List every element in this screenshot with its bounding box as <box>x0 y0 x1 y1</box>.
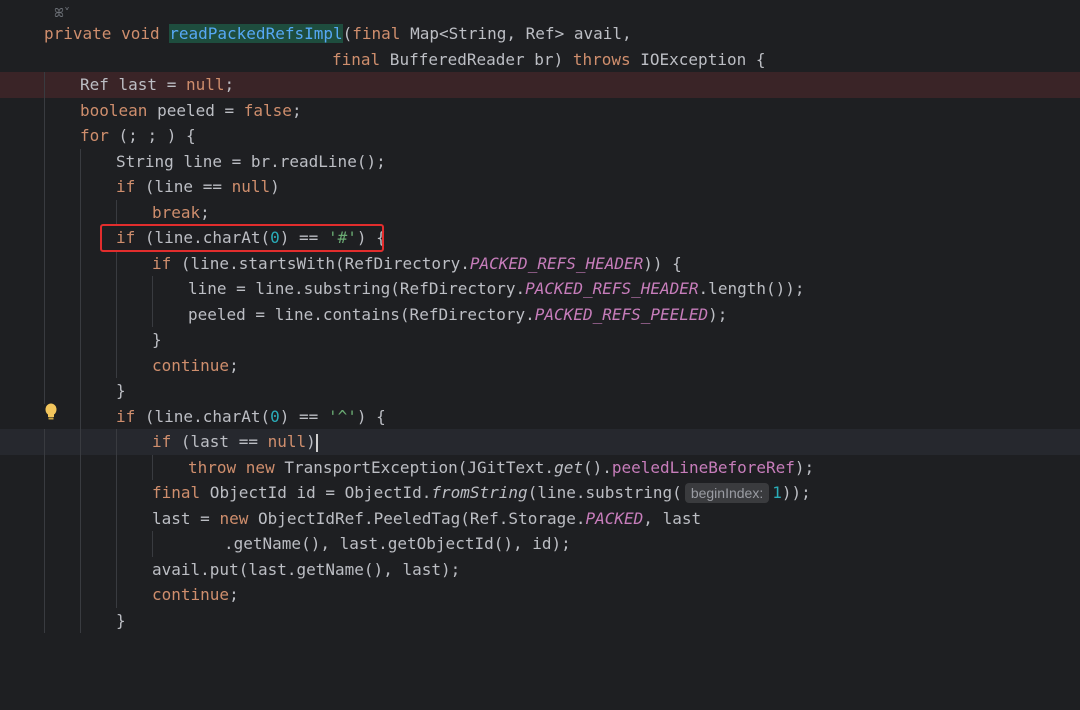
text-caret <box>315 433 318 452</box>
code-line[interactable]: boolean peeled = false; <box>0 97 1080 123</box>
code-line[interactable]: } <box>0 378 1080 404</box>
code-line-current[interactable]: if (last == null) <box>0 429 1080 455</box>
parameter-hint: beginIndex: <box>684 483 770 503</box>
code-line[interactable]: throw new TransportException(JGitText.ge… <box>0 454 1080 480</box>
code-line[interactable]: line = line.substring(RefDirectory.PACKE… <box>0 276 1080 302</box>
structure-icon[interactable]: ꕤ˅ <box>54 6 70 21</box>
code-editor[interactable]: ꕤ˅ private void readPackedRefsImpl(final… <box>0 0 1080 651</box>
code-line-breakpoint[interactable]: Ref last = null; <box>0 72 1080 98</box>
code-line[interactable]: avail.put(last.getName(), last); <box>0 556 1080 582</box>
code-line[interactable]: } <box>0 607 1080 633</box>
code-line[interactable]: if (line.charAt(0) == '^') { <box>0 403 1080 429</box>
code-line[interactable]: .getName(), last.getObjectId(), id); <box>0 531 1080 557</box>
lightbulb-icon[interactable] <box>44 403 58 421</box>
code-line[interactable]: private void readPackedRefsImpl(final Ma… <box>0 21 1080 47</box>
code-line[interactable]: final BufferedReader br) throws IOExcept… <box>0 47 1080 73</box>
code-line[interactable]: } <box>0 327 1080 353</box>
code-line[interactable]: continue; <box>0 582 1080 608</box>
code-line[interactable]: break; <box>0 199 1080 225</box>
highlight-annotation-box <box>100 224 384 252</box>
code-line[interactable]: for (; ; ) { <box>0 123 1080 149</box>
code-line[interactable]: if (line == null) <box>0 174 1080 200</box>
code-line[interactable]: String line = br.readLine(); <box>0 148 1080 174</box>
code-line[interactable]: last = new ObjectIdRef.PeeledTag(Ref.Sto… <box>0 505 1080 531</box>
code-line[interactable]: continue; <box>0 352 1080 378</box>
code-line[interactable]: final ObjectId id = ObjectId.fromString(… <box>0 480 1080 506</box>
code-line[interactable]: peeled = line.contains(RefDirectory.PACK… <box>0 301 1080 327</box>
code-line[interactable]: if (line.startsWith(RefDirectory.PACKED_… <box>0 250 1080 276</box>
